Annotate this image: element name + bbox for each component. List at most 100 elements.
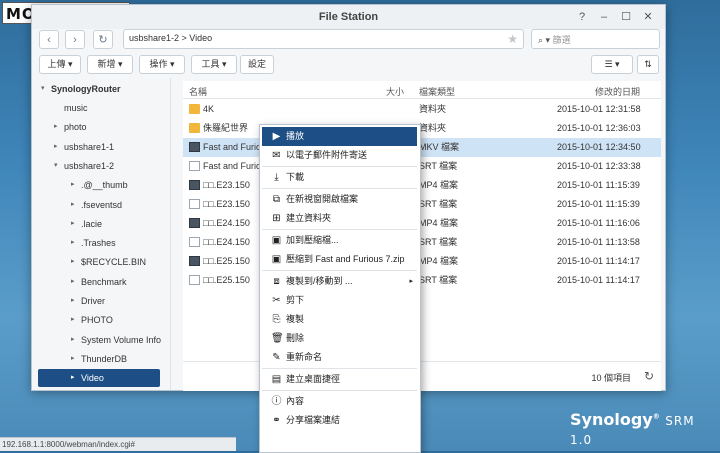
refresh-button[interactable]: ↻ <box>93 30 113 49</box>
chevron-right-icon[interactable]: ▸ <box>71 292 75 310</box>
star-icon[interactable]: ★ <box>507 32 518 46</box>
menu-item[interactable]: ▶ 播放 <box>262 127 417 146</box>
refresh-icon[interactable]: ↻ <box>644 369 654 383</box>
menu-item[interactable]: ⧈ 複製到/移動到 ... ▸ <box>262 272 417 291</box>
tools-button[interactable]: 工具 ▾ <box>191 55 237 74</box>
sidebar-item-photo[interactable]: ▸ photo <box>32 118 170 136</box>
chevron-right-icon[interactable]: ▸ <box>71 176 75 194</box>
chevron-right-icon[interactable]: ▸ <box>71 215 75 233</box>
menu-item[interactable]: ▤ 建立桌面捷徑 <box>262 370 417 389</box>
menu-item-label: 內容 <box>286 396 305 406</box>
menu-item[interactable]: ⎘ 複製 <box>262 310 417 329</box>
close-icon[interactable]: ✕ <box>641 10 655 24</box>
chevron-right-icon[interactable]: ▸ <box>71 253 75 271</box>
file-type: MP4 檔案 <box>419 256 459 266</box>
sidebar-item-photo[interactable]: ▸ PHOTO <box>32 311 170 329</box>
file-modified: 2015-10-01 12:31:58 <box>557 104 641 114</box>
col-size[interactable]: 大小 <box>386 85 404 98</box>
menu-item[interactable]: ✉ 以電子郵件附件寄送 <box>262 146 417 165</box>
chevron-right-icon[interactable]: ▸ <box>71 311 75 329</box>
table-row[interactable]: □□.E23.150 SRT 檔案 2015-10-01 11:15:39 <box>183 195 661 214</box>
chevron-right-icon[interactable]: ▸ <box>54 138 58 156</box>
sidebar-item-music[interactable]: music <box>32 99 170 117</box>
col-name[interactable]: 名稱 <box>189 85 207 98</box>
sidebar-item-lacie[interactable]: ▸ .lacie <box>32 215 170 233</box>
menu-item[interactable]: ⚭ 分享檔案連結 <box>262 411 417 430</box>
chevron-right-icon[interactable]: ▸ <box>71 350 75 368</box>
document-icon <box>189 199 200 209</box>
sidebar-item-label: PHOTO <box>81 315 113 326</box>
tree-root[interactable]: ▾ SynologyRouter <box>32 80 170 98</box>
table-row[interactable]: 侏羅紀世界 資料夾 2015-10-01 12:36:03 <box>183 119 661 138</box>
sidebar-item-label: usbshare1-2 <box>64 160 115 171</box>
sidebar-item-thunderdb[interactable]: ▸ ThunderDB <box>32 350 170 368</box>
forward-button[interactable]: › <box>65 30 85 49</box>
video-file-icon <box>189 218 200 228</box>
table-row[interactable]: Fast and Furio MKV 檔案 2015-10-01 12:34:50 <box>183 138 661 157</box>
menu-item-label: 下載 <box>286 172 305 182</box>
table-row[interactable]: □□.E24.150 MP4 檔案 2015-10-01 11:16:06 <box>183 214 661 233</box>
maximize-icon[interactable]: ☐ <box>619 10 633 24</box>
chevron-right-icon[interactable]: ▸ <box>54 118 58 136</box>
table-row[interactable]: Fast and Furio SRT 檔案 2015-10-01 12:33:38 <box>183 157 661 176</box>
menu-item-label: 建立桌面捷徑 <box>286 374 341 384</box>
minimize-icon[interactable]: – <box>597 10 611 24</box>
menu-item[interactable]: ✂ 剪下 <box>262 291 417 310</box>
sidebar-item-video[interactable]: ▸ Video <box>38 369 160 388</box>
menu-item[interactable]: ⧉ 在新視窗開啟檔案 <box>262 190 417 209</box>
chevron-right-icon[interactable]: ▸ <box>71 234 75 252</box>
search-icon: ⌕ ▾ <box>538 35 553 45</box>
file-modified: 2015-10-01 11:15:39 <box>557 180 640 190</box>
sidebar-item-trashes[interactable]: ▸ .Trashes <box>32 234 170 252</box>
menu-separator <box>262 270 417 271</box>
sidebar-item-benchmark[interactable]: ▸ Benchmark <box>32 273 170 291</box>
menu-item[interactable]: ✎ 重新命名 <box>262 348 417 367</box>
file-modified: 2015-10-01 11:14:17 <box>557 256 640 266</box>
chevron-right-icon[interactable]: ▸ <box>71 369 75 387</box>
menu-item-label: 在新視窗開啟檔案 <box>286 194 359 204</box>
table-row[interactable]: 4K 資料夾 2015-10-01 12:31:58 <box>183 100 661 119</box>
col-modified[interactable]: 修改的日期 <box>595 85 640 98</box>
menu-item[interactable]: ⤓ 下載 <box>262 168 417 187</box>
sidebar-item-thumb[interactable]: ▸ .@__thumb <box>32 176 170 194</box>
sidebar-item-fseventsd[interactable]: ▸ .fseventsd <box>32 196 170 214</box>
menu-separator <box>262 229 417 230</box>
table-row[interactable]: □□.E24.150 SRT 檔案 2015-10-01 11:13:58 <box>183 233 661 252</box>
back-button[interactable]: ‹ <box>39 30 59 49</box>
sidebar-item-label: Driver <box>81 296 105 306</box>
menu-item[interactable]: ⊞ 建立資料夾 <box>262 209 417 228</box>
action-button[interactable]: 操作 ▾ <box>139 55 185 74</box>
path-bar[interactable]: usbshare1-2 > Video ★ <box>123 29 524 49</box>
col-type[interactable]: 檔案類型 <box>419 85 455 98</box>
sidebar-item-driver[interactable]: ▸ Driver <box>32 292 170 310</box>
document-icon <box>189 275 200 285</box>
table-row[interactable]: □□.E25.150 MP4 檔案 2015-10-01 11:14:17 <box>183 252 661 271</box>
menu-item-label: 重新命名 <box>286 352 323 362</box>
menu-item[interactable]: ⓘ 內容 <box>262 392 417 411</box>
new-button[interactable]: 新增 ▾ <box>87 55 133 74</box>
table-row[interactable]: □□.E23.150 MP4 檔案 2015-10-01 11:15:39 <box>183 176 661 195</box>
sidebar-item-usbshare1-2[interactable]: ▾ usbshare1-2 <box>32 157 170 175</box>
sort-button[interactable]: ⇅ <box>637 55 659 74</box>
view-mode-button[interactable]: ☰ ▾ <box>591 55 633 74</box>
settings-button[interactable]: 設定 <box>240 55 274 74</box>
sidebar-item-usbshare1-1[interactable]: ▸ usbshare1-1 <box>32 138 170 156</box>
upload-button[interactable]: 上傳 ▾ <box>39 55 81 74</box>
menu-item[interactable]: ▣ 壓縮到 Fast and Furious 7.zip <box>262 250 417 269</box>
file-name: □□.E24.150 <box>203 218 250 228</box>
table-row[interactable]: □□.E25.150 SRT 檔案 2015-10-01 11:14:17 <box>183 271 661 290</box>
menu-item[interactable]: 🗑 刪除 <box>262 329 417 348</box>
sidebar-item-recycle-bin[interactable]: ▸ $RECYCLE.BIN <box>32 253 170 271</box>
sidebar-item-label: $RECYCLE.BIN <box>81 257 147 268</box>
sidebar-item-label: usbshare1-1 <box>64 141 115 152</box>
chevron-right-icon[interactable]: ▸ <box>71 331 75 349</box>
chevron-right-icon[interactable]: ▸ <box>71 196 75 214</box>
sidebar-item-label: System Volume Info <box>81 334 162 345</box>
sidebar-item-system-volume-info[interactable]: ▸ System Volume Info <box>32 331 170 349</box>
chevron-down-icon[interactable]: ▾ <box>54 157 58 175</box>
chevron-right-icon[interactable]: ▸ <box>71 273 75 291</box>
menu-item[interactable]: ▣ 加到壓縮檔... <box>262 231 417 250</box>
filter-input[interactable]: ⌕ ▾ 篩選 <box>531 29 660 49</box>
file-type: MKV 檔案 <box>419 142 460 152</box>
help-icon[interactable]: ? <box>575 10 589 24</box>
